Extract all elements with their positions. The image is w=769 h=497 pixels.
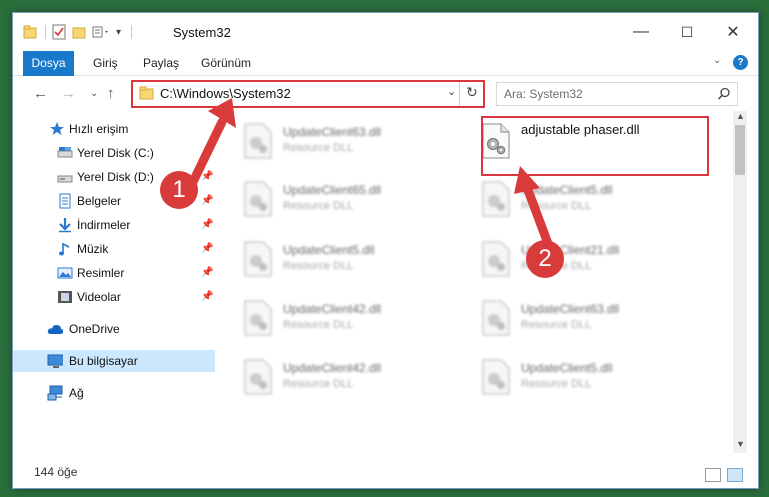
file-item[interactable]: UpdateClient21.dll Resource DLL (469, 233, 694, 285)
item-count: 144 öğe (34, 465, 78, 479)
close-button[interactable]: ✕ (710, 13, 756, 51)
file-item[interactable]: UpdateClient63.dll Resource DLL (231, 115, 456, 167)
file-item[interactable]: UpdateClient42.dll Resource DLL (231, 351, 456, 403)
sidebar-item-this-pc[interactable]: Bu bilgisayar (13, 350, 215, 372)
drive-icon (57, 147, 73, 158)
file-item[interactable]: UpdateClient5.dll Resource DLL (469, 351, 694, 403)
details-view-icon[interactable] (705, 468, 721, 482)
dll-file-icon (482, 241, 510, 277)
folder-icon (23, 25, 37, 39)
expand-ribbon-icon[interactable]: ⌄ (713, 55, 721, 66)
refresh-icon[interactable]: ↻ (466, 84, 478, 101)
up-arrow-icon[interactable]: ↑ (107, 85, 115, 102)
search-input[interactable]: Ara: System32 (496, 82, 738, 106)
explorer-window: ▾ System32 — ☐ ✕ Dosya Giriş Paylaş Görü… (12, 12, 759, 489)
sidebar-item-pictures[interactable]: Resimler 📌 (13, 262, 215, 284)
network-icon (47, 385, 63, 401)
dll-file-icon (244, 241, 272, 277)
chevron-down-icon[interactable]: ▾ (116, 27, 121, 38)
title-bar: ▾ System32 — ☐ ✕ (13, 13, 758, 51)
forward-arrow-icon[interactable]: → (61, 85, 76, 102)
window-title: System32 (173, 25, 231, 40)
sidebar-item-network[interactable]: Ağ (13, 382, 215, 404)
chevron-down-icon[interactable]: ⌄ (447, 85, 456, 98)
pin-icon[interactable]: 📌 (201, 142, 213, 164)
sidebar-item-quick-access[interactable]: Hızlı erişim (13, 118, 215, 140)
star-icon (50, 122, 64, 135)
search-icon (717, 87, 730, 100)
computer-icon (47, 354, 63, 368)
pin-icon[interactable]: 📌 (201, 214, 213, 236)
sidebar-item-onedrive[interactable]: OneDrive (13, 318, 215, 340)
film-strip-icon (58, 291, 72, 303)
dll-file-icon (244, 123, 272, 159)
pin-icon[interactable]: 📌 (201, 286, 213, 308)
minimize-button[interactable]: — (618, 13, 664, 51)
vertical-scrollbar[interactable]: ▲ ▼ (733, 111, 747, 453)
documents-icon (59, 193, 71, 209)
dll-file-icon (482, 181, 510, 217)
file-item[interactable]: UpdateClient5.dll Resource DLL (231, 233, 456, 285)
address-path: C:\Windows\System32 (160, 86, 291, 101)
step-marker-two: 2 (526, 240, 564, 278)
music-note-icon (59, 243, 69, 256)
dll-file-icon (482, 300, 510, 336)
step-marker-one: 1 (160, 171, 198, 209)
file-item[interactable]: UpdateClient5.dll Resource DLL (469, 173, 694, 225)
new-folder-icon[interactable] (72, 25, 88, 39)
pin-icon[interactable]: 📌 (201, 238, 213, 260)
sidebar-item-music[interactable]: Müzik 📌 (13, 238, 215, 260)
large-icons-view-icon[interactable] (727, 468, 743, 482)
file-highlight-box (481, 116, 709, 176)
pin-icon[interactable]: 📌 (201, 262, 213, 284)
properties-icon[interactable] (52, 24, 66, 40)
sidebar-item-downloads[interactable]: İndirmeler 📌 (13, 214, 215, 236)
tab-share[interactable]: Paylaş (143, 51, 179, 75)
pin-icon[interactable]: 📌 (201, 190, 213, 212)
folder-icon (139, 86, 154, 100)
dll-file-icon (244, 181, 272, 217)
status-bar: 144 öğe (13, 453, 758, 488)
dll-file-icon (244, 300, 272, 336)
navigation-bar: ← → ⌄ ↑ C:\Windows\System32 ⌄ ↻ Ara: Sys… (13, 76, 758, 110)
pin-icon[interactable]: 📌 (201, 166, 213, 188)
download-arrow-icon (59, 218, 71, 233)
help-button[interactable]: ? (733, 55, 748, 70)
scroll-down-icon[interactable]: ▼ (736, 439, 745, 449)
scroll-up-icon[interactable]: ▲ (736, 111, 745, 121)
scroll-thumb[interactable] (735, 125, 745, 175)
back-arrow-icon[interactable]: ← (33, 85, 48, 102)
dll-file-icon (482, 359, 510, 395)
quick-access-toolbar: ▾ (23, 22, 133, 42)
file-item[interactable]: UpdateClient63.dll Resource DLL (469, 292, 694, 344)
ribbon-tabs: Dosya Giriş Paylaş Görünüm ⌄ ? (13, 51, 758, 103)
maximize-button[interactable]: ☐ (664, 13, 710, 51)
recent-locations-icon[interactable]: ⌄ (90, 88, 98, 99)
file-item[interactable]: UpdateClient65.dll Resource DLL (231, 173, 456, 225)
sidebar-item-local-disk-c[interactable]: Yerel Disk (C:) 📌 (13, 142, 215, 164)
tab-home[interactable]: Giriş (93, 51, 118, 75)
search-placeholder: Ara: System32 (504, 87, 583, 101)
drive-icon (57, 175, 73, 183)
address-bar[interactable]: C:\Windows\System32 ⌄ ↻ (131, 80, 485, 108)
sidebar-item-videos[interactable]: Videolar 📌 (13, 286, 215, 308)
pictures-icon (57, 267, 73, 279)
tab-view[interactable]: Görünüm (201, 51, 251, 75)
file-item[interactable]: UpdateClient42.dll Resource DLL (231, 292, 456, 344)
customize-toolbar-icon[interactable] (92, 25, 112, 39)
navigation-pane: Hızlı erişim Yerel Disk (C:) 📌 Yerel Dis… (13, 113, 217, 453)
dll-file-icon (244, 359, 272, 395)
cloud-icon (47, 324, 63, 334)
